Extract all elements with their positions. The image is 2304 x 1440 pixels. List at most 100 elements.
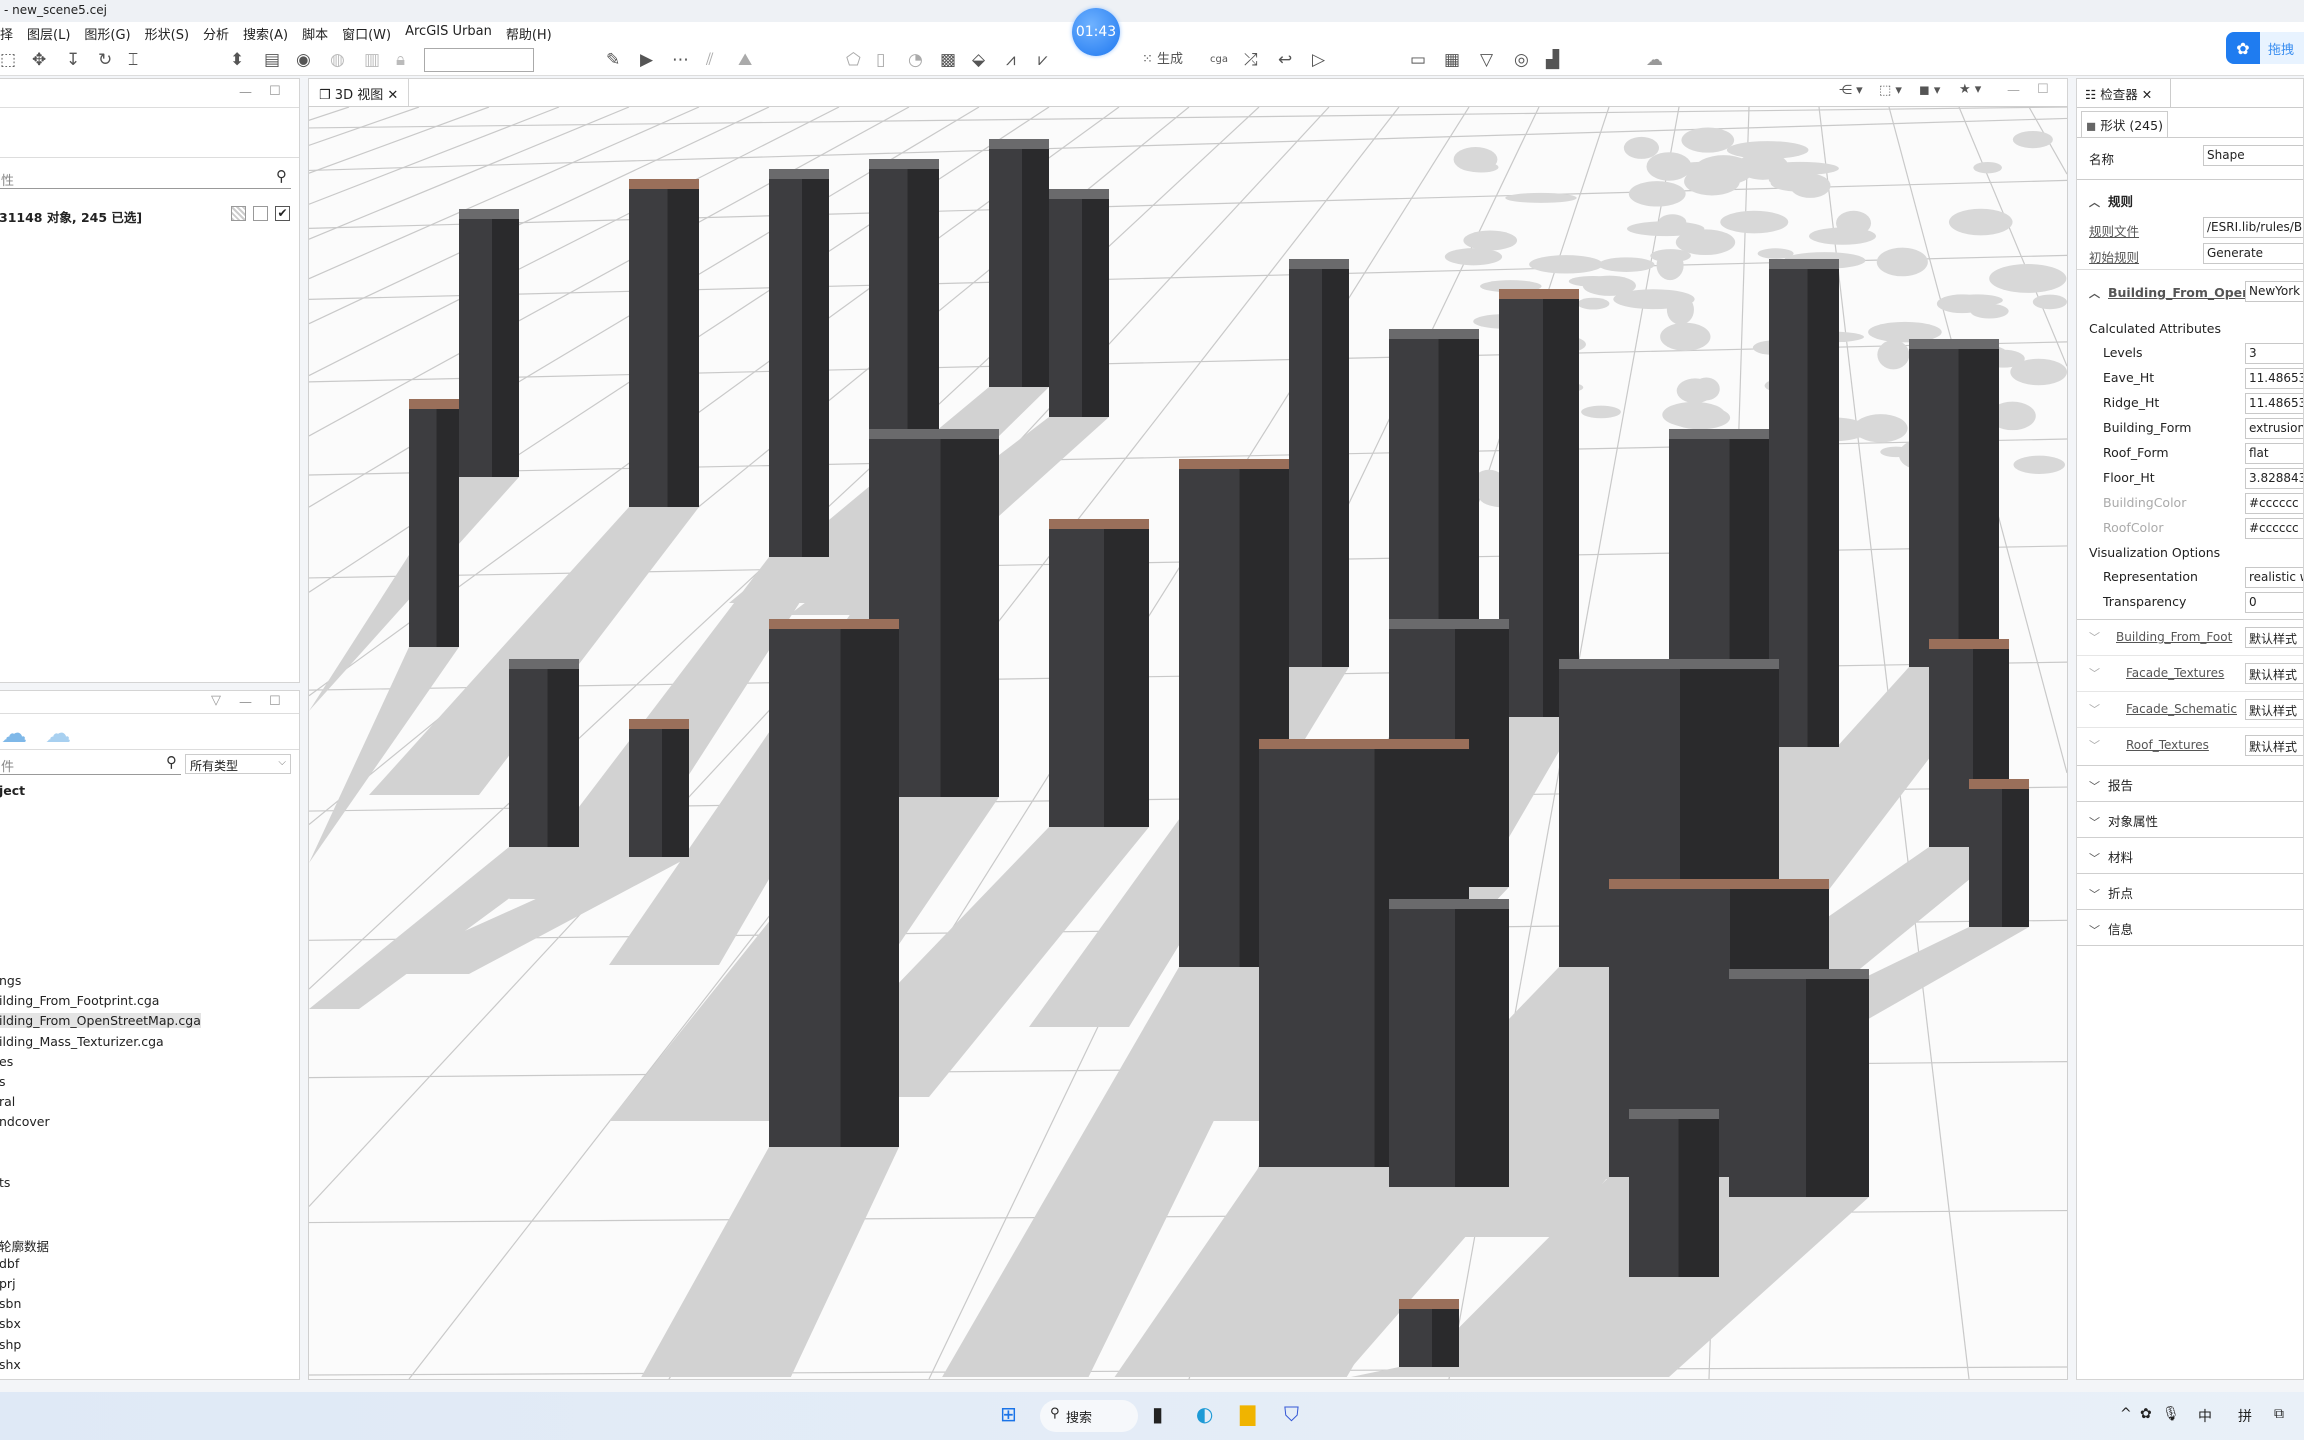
file-tree-item[interactable]: ral <box>0 1094 15 1109</box>
file-search-input[interactable]: 件 ⚲ <box>0 753 181 775</box>
start-rule-link[interactable]: 初始规则 <box>2089 247 2139 266</box>
shape-icon[interactable]: ⬠ <box>846 50 861 70</box>
menu-help[interactable]: 帮助(H) <box>506 24 552 44</box>
random-seed-icon[interactable]: ⤮ <box>1244 50 1258 70</box>
inspector-section[interactable]: ﹀ 折点 <box>2077 873 2303 909</box>
measure-area-icon[interactable]: ▦ <box>1444 50 1460 70</box>
microphone-icon[interactable]: 🎙︎ <box>2162 1406 2180 1422</box>
circle-icon[interactable]: ◔ <box>908 50 923 70</box>
file-tree-item[interactable]: dbf <box>0 1256 19 1271</box>
file-tree-item[interactable]: prj <box>0 1276 16 1291</box>
camera-icon[interactable]: ◼ ▾ <box>1919 83 1940 98</box>
sub-rule-row[interactable]: ﹀ Facade_Textures 默认样式 <box>2077 655 2303 691</box>
hatched-filter-toggle[interactable] <box>231 206 246 221</box>
file-tree-item[interactable]: sbx <box>0 1316 21 1331</box>
file-tree-item[interactable]: ilding_From_OpenStreetMap.cga <box>0 1013 201 1029</box>
view-menu-icon[interactable]: ▽ <box>211 693 221 708</box>
weather-icon[interactable]: ☁ <box>1646 50 1663 70</box>
ime-language[interactable]: 中 <box>2198 1406 2212 1426</box>
vis-value-field[interactable]: realistic w <box>2245 567 2303 588</box>
file-tree-item[interactable]: 轮廓数据 <box>0 1236 49 1255</box>
edge-icon[interactable]: ⋯ <box>672 50 689 70</box>
inspector-section[interactable]: ﹀ 对象属性 <box>2077 801 2303 837</box>
attr-value-field[interactable]: flat <box>2245 443 2303 464</box>
network-icon[interactable]: ⧉ <box>2274 1406 2284 1422</box>
search-icon[interactable]: ⚲ <box>166 753 177 771</box>
orbit-icon[interactable]: ⬍ <box>230 50 244 70</box>
rectangle-icon[interactable]: ▯ <box>876 50 885 70</box>
draw-polygon-icon[interactable]: ✎ <box>606 50 620 70</box>
file-tree-item[interactable]: shx <box>0 1357 21 1372</box>
maximize-button[interactable]: ☐ <box>269 694 281 709</box>
file-tree-item[interactable]: sbn <box>0 1296 21 1311</box>
recording-timer[interactable]: 01:43 <box>1072 8 1120 56</box>
attr-value-field[interactable]: #cccccc <box>2245 518 2303 539</box>
attr-value-field[interactable]: #cccccc <box>2245 493 2303 514</box>
file-tree-item[interactable]: ngs <box>0 973 21 988</box>
edge-browser-icon[interactable]: ◐ <box>1196 1402 1213 1426</box>
rule-file-link[interactable]: 规则文件 <box>2089 221 2139 240</box>
brush-icon[interactable]: ⫽ <box>706 50 714 70</box>
menu-arcgis-urban[interactable]: ArcGIS Urban <box>405 24 492 44</box>
attr-value-field[interactable]: 3.828843 <box>2245 468 2303 489</box>
type-filter-select[interactable]: 所有类型 ⌵ <box>185 754 291 774</box>
measure-icon[interactable]: ▭ <box>1410 50 1426 70</box>
inspector-section[interactable]: ﹀ 信息 <box>2077 909 2303 945</box>
task-view-icon[interactable]: ▮ <box>1152 1402 1163 1426</box>
city-scene[interactable] <box>309 107 2067 1379</box>
sub-rule-link[interactable]: Facade_Textures <box>2126 666 2224 680</box>
menu-graph[interactable]: 图形(G) <box>84 24 130 44</box>
file-tree-item[interactable]: ts <box>0 1175 10 1190</box>
rule-group-header[interactable]: ︿ Building_From_Open <box>2089 285 2251 301</box>
attribute-search-input[interactable]: 性 ⚲ <box>0 167 291 189</box>
coordinate-input[interactable] <box>424 48 534 72</box>
menu-script[interactable]: 脚本 <box>302 24 328 44</box>
file-tree-item[interactable]: s <box>0 1074 6 1089</box>
minimize-button[interactable]: — <box>2007 83 2020 98</box>
baidu-netdisk-float[interactable]: ✿ 拖拽 <box>2226 32 2304 64</box>
globe-icon[interactable]: ◍ <box>330 50 345 70</box>
generate-button[interactable]: ⁙ 生成 <box>1142 50 1183 70</box>
layers-icon[interactable]: ▤ <box>264 50 280 70</box>
align-shape-icon[interactable]: ⩗ <box>1038 50 1048 70</box>
empty-filter-toggle[interactable] <box>253 206 268 221</box>
tumble-icon[interactable]: ◉ <box>296 50 311 70</box>
inspector-section[interactable]: ﹀ 材料 <box>2077 837 2303 873</box>
project-root[interactable]: ject <box>0 783 25 798</box>
snap-icon[interactable]: ▥ <box>364 50 380 70</box>
rotate-icon[interactable]: ↻ <box>98 50 112 70</box>
sub-rule-style-field[interactable]: 默认样式 <box>2245 627 2303 648</box>
windows-start-icon[interactable]: ⊞ <box>1000 1402 1017 1426</box>
rule-style-field[interactable]: NewYork <box>2245 281 2303 302</box>
minimize-button[interactable]: — <box>239 85 252 100</box>
maximize-button[interactable]: ☐ <box>269 84 281 99</box>
menu-search[interactable]: 搜索(A) <box>243 24 288 44</box>
file-tree-item[interactable]: shp <box>0 1337 21 1352</box>
rules-section-header[interactable]: ︿ 规则 <box>2089 191 2133 210</box>
rule-group-link[interactable]: Building_From_Open <box>2108 285 2251 300</box>
view-cone-icon[interactable]: ▽ <box>1480 50 1493 70</box>
sub-rule-row[interactable]: ﹀ Facade_Schematic 默认样式 <box>2077 691 2303 727</box>
tab-3d-view[interactable]: ❒ 3D 视图 ✕ <box>309 79 410 107</box>
sub-rule-link[interactable]: Roof_Textures <box>2126 738 2209 752</box>
close-icon[interactable]: ✕ <box>2142 87 2152 102</box>
texture-icon[interactable]: ▩ <box>940 50 956 70</box>
frame-icon[interactable]: ⬚ <box>0 50 16 70</box>
lock-icon[interactable]: 🔒︎ <box>396 50 405 70</box>
start-rule-field[interactable]: Generate <box>2203 243 2303 264</box>
object-icon[interactable]: ⬚ ▾ <box>1879 83 1902 98</box>
tab-inspector[interactable]: ☷ 检查器 ✕ <box>2077 79 2171 107</box>
cloud-icon[interactable]: ☁ <box>45 721 71 747</box>
align-terrain-icon[interactable]: ⩘ <box>1006 50 1016 70</box>
file-tree-item[interactable]: es <box>0 1054 13 1069</box>
undo-icon[interactable]: ↩ <box>1278 50 1292 70</box>
pointer-icon[interactable]: ▷ <box>1312 50 1325 70</box>
file-tree-item[interactable]: ilding_Mass_Texturizer.cga <box>0 1034 164 1049</box>
cityengine-icon[interactable]: ⛉ <box>1284 1402 1299 1426</box>
menu-window[interactable]: 窗口(W) <box>342 24 391 44</box>
drop-icon[interactable]: ↧ <box>66 50 80 70</box>
attr-value-field[interactable]: 11.48653 <box>2245 393 2303 414</box>
vis-value-field[interactable]: 0 <box>2245 592 2303 613</box>
sub-rule-link[interactable]: Building_From_Foot <box>2116 630 2232 644</box>
sub-rule-link[interactable]: Facade_Schematic <box>2126 702 2237 716</box>
